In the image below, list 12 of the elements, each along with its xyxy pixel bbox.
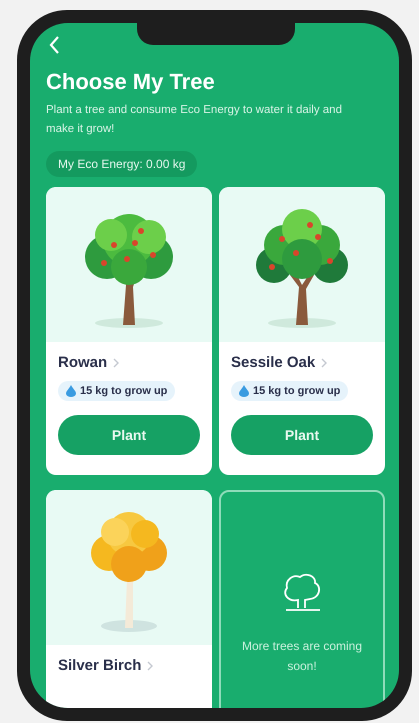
tree-name: Sessile Oak [231, 354, 316, 371]
page-title: Choose My Tree [46, 69, 216, 95]
eco-energy-balance: My Eco Energy: 0.00 kg [46, 151, 198, 177]
tree-card[interactable]: Silver Birch [46, 490, 212, 708]
tree-name: Silver Birch [58, 657, 142, 674]
requirement-tag: 15 kg to grow up [231, 381, 348, 401]
coming-soon-text: More trees are coming soon! [240, 638, 364, 675]
tree-card[interactable]: Rowan 15 kg to grow up Plant [46, 187, 212, 475]
tree-card[interactable]: Sessile Oak 15 kg to grow up Plant [219, 187, 385, 475]
requirement-tag: 15 kg to grow up [58, 381, 176, 401]
page-subtitle: Plant a tree and consume Eco Energy to water it daily and make it grow! [46, 103, 343, 137]
tree-name: Rowan [58, 354, 108, 371]
